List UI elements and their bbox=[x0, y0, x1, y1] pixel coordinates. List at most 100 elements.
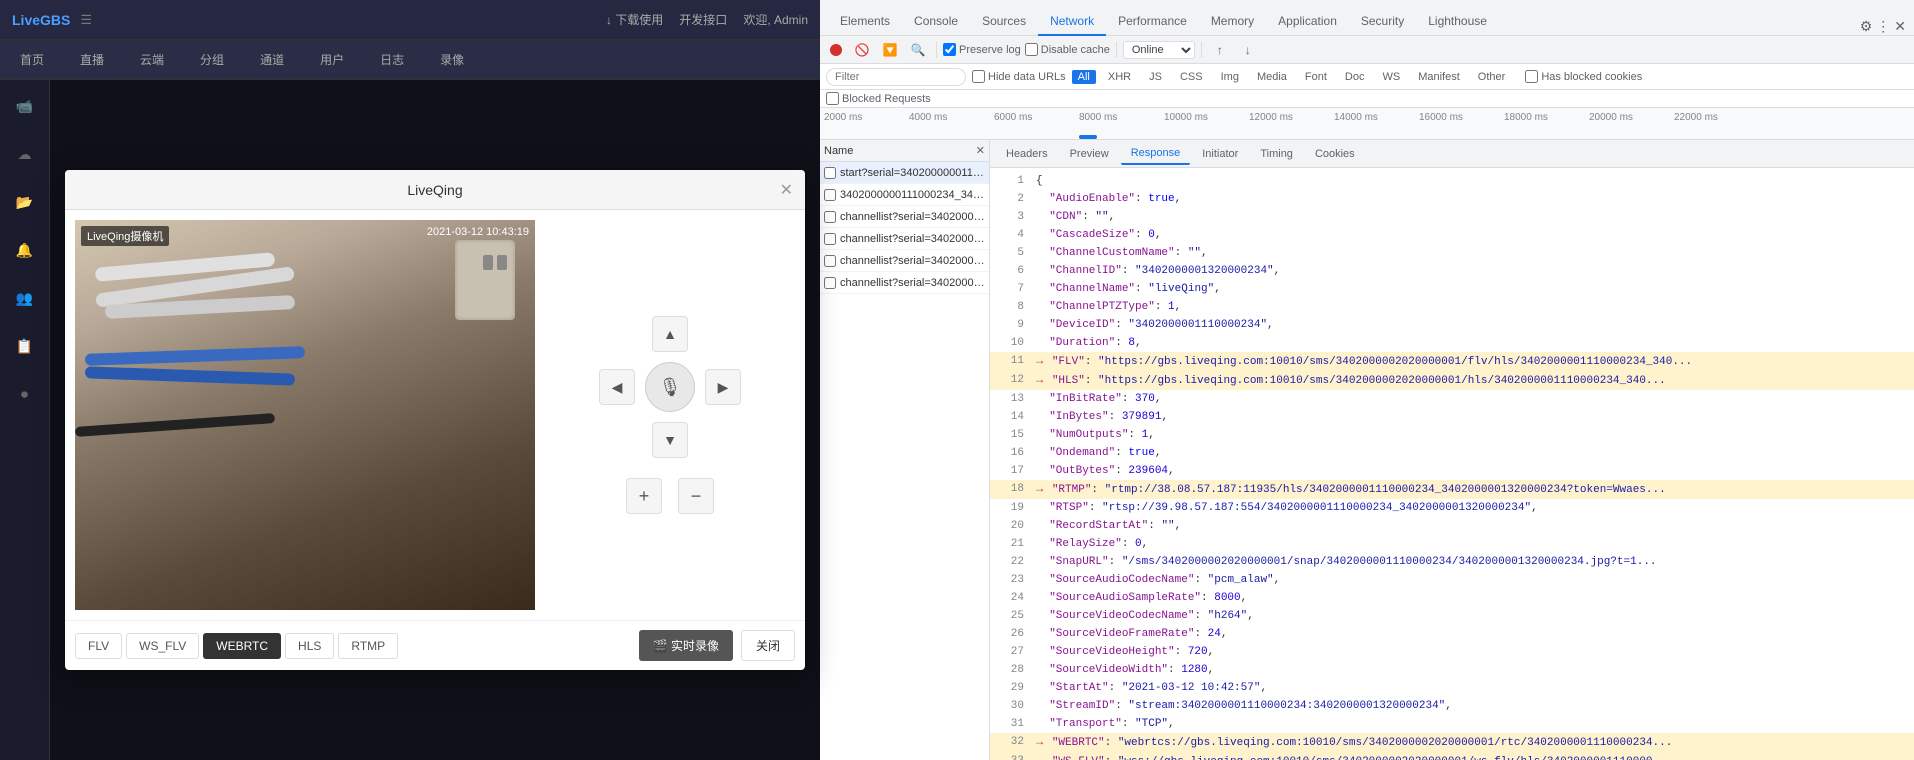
zoom-in-button[interactable]: + bbox=[626, 478, 662, 514]
ptz-down-button[interactable]: ▼ bbox=[652, 422, 688, 458]
close-button[interactable]: 关闭 bbox=[741, 630, 795, 661]
detail-tab-initiator[interactable]: Initiator bbox=[1192, 144, 1248, 164]
blocked-cookies-checkbox[interactable] bbox=[1525, 70, 1538, 83]
disable-cache-label[interactable]: Disable cache bbox=[1025, 43, 1110, 56]
detail-tab-timing[interactable]: Timing bbox=[1250, 144, 1303, 164]
detail-tab-preview[interactable]: Preview bbox=[1060, 144, 1119, 164]
request-item-3[interactable]: channellist?serial=340200000... bbox=[820, 206, 989, 228]
record-btn[interactable] bbox=[830, 44, 842, 56]
tab-sources[interactable]: Sources bbox=[970, 8, 1038, 36]
nav-home[interactable]: 首页 bbox=[12, 47, 52, 72]
import-btn[interactable]: ↑ bbox=[1208, 38, 1232, 62]
request-item-2[interactable]: 3402000000111000234_3402... bbox=[820, 184, 989, 206]
nav-user[interactable]: 用户 bbox=[312, 47, 352, 72]
blocked-requests-label[interactable]: Blocked Requests bbox=[826, 92, 931, 105]
sidebar-folder-icon[interactable]: 📂 bbox=[9, 186, 41, 218]
ptz-left-button[interactable]: ◀ bbox=[599, 369, 635, 405]
sidebar-camera-icon[interactable]: 📹 bbox=[9, 90, 41, 122]
format-tab-ws-flv[interactable]: WS_FLV bbox=[126, 633, 199, 659]
json-line-28: 28 "SourceVideoWidth": 1280, bbox=[990, 661, 1914, 679]
search-icon-btn[interactable]: 🔍 bbox=[906, 38, 930, 62]
devtools-close-icon[interactable]: ✕ bbox=[1894, 18, 1906, 35]
disable-cache-checkbox[interactable] bbox=[1025, 43, 1038, 56]
blocked-requests-checkbox[interactable] bbox=[826, 92, 839, 105]
tab-application[interactable]: Application bbox=[1266, 8, 1349, 36]
json-line-2: 2 "AudioEnable": true, bbox=[990, 190, 1914, 208]
tab-elements[interactable]: Elements bbox=[828, 8, 902, 36]
filter-input[interactable] bbox=[826, 68, 966, 86]
modal-close-button[interactable]: ✕ bbox=[780, 180, 793, 200]
app-sidebar: 📹 ☁ 📂 🔔 👥 📋 ⏺ bbox=[0, 80, 50, 760]
nav-record[interactable]: 录像 bbox=[432, 47, 472, 72]
export-btn[interactable]: ↓ bbox=[1236, 38, 1260, 62]
close-panel-btn[interactable]: ✕ bbox=[976, 144, 985, 157]
request-checkbox-6[interactable] bbox=[824, 277, 836, 289]
nav-live[interactable]: 直播 bbox=[72, 47, 112, 72]
request-item-1[interactable]: start?serial=3402000000110... bbox=[820, 162, 989, 184]
format-tab-rtmp[interactable]: RTMP bbox=[338, 633, 398, 659]
detail-tab-cookies[interactable]: Cookies bbox=[1305, 144, 1365, 164]
tab-lighthouse[interactable]: Lighthouse bbox=[1416, 8, 1499, 36]
hamburger-icon[interactable]: ☰ bbox=[80, 12, 92, 28]
tab-security[interactable]: Security bbox=[1349, 8, 1416, 36]
zoom-out-button[interactable]: − bbox=[678, 478, 714, 514]
clear-btn[interactable]: 🚫 bbox=[850, 38, 874, 62]
hide-data-urls-checkbox[interactable] bbox=[972, 70, 985, 83]
api-link[interactable]: 开发接口 bbox=[679, 11, 727, 28]
tab-performance[interactable]: Performance bbox=[1106, 8, 1199, 36]
format-tab-hls[interactable]: HLS bbox=[285, 633, 334, 659]
sidebar-users-icon[interactable]: 👥 bbox=[9, 282, 41, 314]
devtools-settings-icon[interactable]: ⚙ bbox=[1860, 18, 1873, 35]
blocked-cookies-label[interactable]: Has blocked cookies bbox=[1525, 70, 1642, 83]
filter-img-btn[interactable]: Img bbox=[1215, 70, 1245, 84]
request-item-4[interactable]: channellist?serial=340200000... bbox=[820, 228, 989, 250]
request-checkbox-1[interactable] bbox=[824, 167, 836, 179]
nav-cloud[interactable]: 云端 bbox=[132, 47, 172, 72]
request-checkbox-4[interactable] bbox=[824, 233, 836, 245]
throttle-select[interactable]: Online Fast 3G Slow 3G Offline bbox=[1123, 41, 1195, 59]
download-link[interactable]: ↓ 下载使用 bbox=[606, 11, 663, 28]
sidebar-log-icon[interactable]: 📋 bbox=[9, 330, 41, 362]
format-tab-webrtc[interactable]: WEBRTC bbox=[203, 633, 281, 659]
tab-console[interactable]: Console bbox=[902, 8, 970, 36]
devtools-more-icon[interactable]: ⋮ bbox=[1876, 18, 1890, 35]
request-item-5[interactable]: channellist?serial=340200000... bbox=[820, 250, 989, 272]
request-item-6[interactable]: channellist?serial=340200000... bbox=[820, 272, 989, 294]
modal-dialog: LiveQing ✕ bbox=[65, 170, 805, 670]
preserve-log-label[interactable]: Preserve log bbox=[943, 43, 1021, 56]
filter-icon-btn[interactable]: 🔽 bbox=[878, 38, 902, 62]
sidebar-bell-icon[interactable]: 🔔 bbox=[9, 234, 41, 266]
record-button[interactable]: 🎬 实时录像 bbox=[639, 630, 733, 661]
nav-channel[interactable]: 通道 bbox=[252, 47, 292, 72]
filter-css-btn[interactable]: CSS bbox=[1174, 70, 1209, 84]
filter-other-btn[interactable]: Other bbox=[1472, 70, 1512, 84]
preserve-log-checkbox[interactable] bbox=[943, 43, 956, 56]
detail-tab-headers[interactable]: Headers bbox=[996, 144, 1058, 164]
ptz-right-button[interactable]: ▶ bbox=[705, 369, 741, 405]
preserve-log-text: Preserve log bbox=[959, 44, 1021, 56]
format-tab-flv[interactable]: FLV bbox=[75, 633, 122, 659]
request-checkbox-3[interactable] bbox=[824, 211, 836, 223]
filter-js-btn[interactable]: JS bbox=[1143, 70, 1168, 84]
filter-doc-btn[interactable]: Doc bbox=[1339, 70, 1371, 84]
nav-log[interactable]: 日志 bbox=[372, 47, 412, 72]
hide-data-urls-label[interactable]: Hide data URLs bbox=[972, 70, 1066, 83]
filter-all-btn[interactable]: All bbox=[1072, 70, 1096, 84]
tab-network[interactable]: Network bbox=[1038, 8, 1106, 36]
tl-mark-20000: 20000 ms bbox=[1589, 112, 1633, 123]
filter-manifest-btn[interactable]: Manifest bbox=[1412, 70, 1466, 84]
sidebar-record-icon[interactable]: ⏺ bbox=[9, 378, 41, 410]
filter-font-btn[interactable]: Font bbox=[1299, 70, 1333, 84]
filter-ws-btn[interactable]: WS bbox=[1376, 70, 1406, 84]
request-checkbox-2[interactable] bbox=[824, 189, 836, 201]
tab-memory[interactable]: Memory bbox=[1199, 8, 1266, 36]
ptz-center-button[interactable]: 🎙 bbox=[645, 362, 695, 412]
json-line-17: 17 "OutBytes": 239604, bbox=[990, 462, 1914, 480]
request-checkbox-5[interactable] bbox=[824, 255, 836, 267]
nav-group[interactable]: 分组 bbox=[192, 47, 232, 72]
filter-media-btn[interactable]: Media bbox=[1251, 70, 1293, 84]
sidebar-cloud-icon[interactable]: ☁ bbox=[9, 138, 41, 170]
ptz-up-button[interactable]: ▲ bbox=[652, 316, 688, 352]
detail-tab-response[interactable]: Response bbox=[1121, 143, 1191, 165]
filter-xhr-btn[interactable]: XHR bbox=[1102, 70, 1137, 84]
